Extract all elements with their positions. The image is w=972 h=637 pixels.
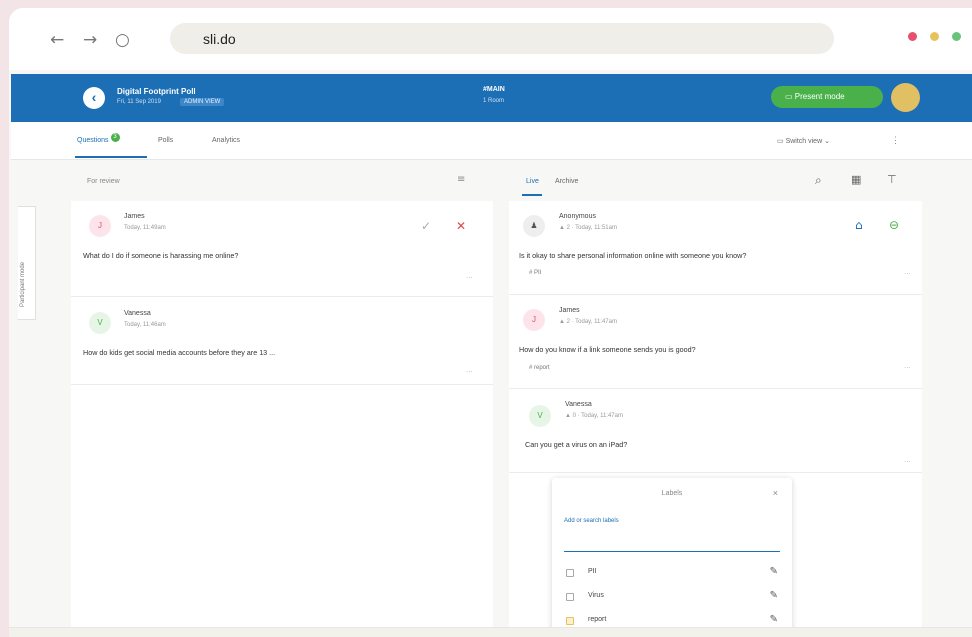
browser-window: ← → ○ sli.do ‹ Digital Footprint Poll Fr… (9, 8, 972, 637)
highlight-icon[interactable]: ⌂ (855, 218, 863, 232)
bottom-strip (9, 627, 972, 637)
dismiss-x-icon[interactable]: ✕ (456, 219, 466, 233)
browser-toolbar: ← → ○ sli.do (9, 8, 972, 70)
live-question-card[interactable]: ♟ Anonymous ▲ 2 · Today, 11:51am ⌂ ⊖ Is … (509, 201, 922, 295)
window-dot-yellow[interactable] (930, 32, 939, 41)
questions-count-badge: 3 (110, 133, 120, 142)
screen-icon: ▭ (785, 92, 795, 101)
present-mode-label: Present mode (794, 92, 845, 101)
question-text: Can you get a virus on an iPad? (525, 440, 628, 449)
label-checkbox[interactable] (566, 617, 574, 625)
question-meta: Today, 11:46am (124, 322, 166, 328)
app-header: ‹ Digital Footprint Poll Fri, 11 Sep 201… (11, 74, 972, 122)
label-checkbox[interactable] (566, 569, 574, 577)
close-icon[interactable]: × (773, 488, 778, 498)
back-arrow-icon[interactable]: ← (50, 30, 64, 50)
active-tab-indicator (75, 156, 147, 158)
question-author: Anonymous (559, 213, 596, 220)
switch-view-label: Switch view (785, 138, 823, 145)
question-text: Is it okay to share personal information… (519, 251, 747, 260)
participant-mode-tab[interactable]: Participant mode (18, 206, 36, 320)
question-label-tag[interactable]: # report (529, 365, 550, 371)
question-meta: ▲ 2 · Today, 11:47am (559, 319, 617, 325)
label-option[interactable]: PII ✎ (566, 566, 778, 584)
label-checkbox[interactable] (566, 593, 574, 601)
labels-popover: Labels × Add or search labels PII ✎ Viru… (552, 478, 792, 637)
review-question-list: J James Today, 11:49am ✓ ✕ What do I do … (71, 201, 493, 637)
label-name: PII (588, 568, 597, 575)
labels-popover-title: Labels (661, 490, 683, 497)
anonymous-avatar-icon: ♟ (523, 215, 545, 237)
more-dots-icon[interactable]: ... (466, 271, 473, 280)
mark-answered-icon[interactable]: ⊖ (889, 218, 899, 232)
event-code-sub: 1 Room (483, 98, 505, 104)
calendar-icon[interactable]: ▦ (851, 173, 861, 186)
review-question-card[interactable]: V Vanessa Today, 11:46am How do kids get… (71, 297, 493, 385)
avatar: V (529, 405, 551, 427)
window-dot-green[interactable] (952, 32, 961, 41)
avatar: J (523, 309, 545, 331)
label-option[interactable]: Virus ✎ (566, 590, 778, 608)
tab-questions-label: Questions (77, 137, 109, 144)
monitor-icon: ▭ (777, 138, 786, 145)
live-question-card[interactable]: V Vanessa ▲ 0 · Today, 11:47am Can you g… (509, 389, 922, 473)
question-meta: ▲ 0 · Today, 11:47am (565, 413, 623, 419)
question-text: How do you know if a link someone sends … (519, 345, 696, 354)
tab-archive[interactable]: Archive (555, 178, 578, 185)
window-dot-red[interactable] (908, 32, 917, 41)
more-dots-icon[interactable]: ... (904, 361, 911, 370)
edit-pencil-icon[interactable]: ✎ (770, 614, 778, 625)
forward-arrow-icon[interactable]: → (83, 30, 97, 50)
label-search-input[interactable]: Add or search labels (564, 518, 780, 552)
live-tab-indicator (522, 194, 542, 196)
question-text: What do I do if someone is harassing me … (83, 251, 239, 260)
question-text: How do kids get social media accounts be… (83, 348, 276, 357)
approve-check-icon[interactable]: ✓ (421, 219, 431, 233)
url-text: sli.do (203, 31, 236, 47)
filter-sliders-icon[interactable]: ≡ (457, 174, 465, 185)
participant-mode-label: Participant mode (20, 261, 26, 307)
event-back-button[interactable]: ‹ (83, 87, 105, 109)
tab-analytics[interactable]: Analytics (212, 137, 240, 144)
question-author: James (124, 213, 145, 220)
question-author: Vanessa (565, 401, 592, 408)
tab-questions[interactable]: Questions 3 (77, 133, 120, 146)
label-search-placeholder: Add or search labels (564, 518, 619, 524)
question-meta: ▲ 2 · Today, 11:51am (559, 225, 617, 231)
more-dots-icon[interactable]: ... (904, 267, 911, 276)
edit-pencil-icon[interactable]: ✎ (770, 590, 778, 601)
label-name: Virus (588, 592, 604, 599)
edit-pencil-icon[interactable]: ✎ (770, 566, 778, 577)
tabs-bar: Questions 3 Polls Analytics ▭ Switch view… (11, 122, 972, 160)
user-avatar[interactable] (891, 83, 920, 112)
event-title: Digital Footprint Poll (117, 87, 196, 96)
review-question-card[interactable]: J James Today, 11:49am ✓ ✕ What do I do … (71, 201, 493, 297)
label-name: report (588, 616, 607, 623)
tab-polls[interactable]: Polls (158, 137, 173, 144)
live-question-card[interactable]: J James ▲ 2 · Today, 11:47am How do you … (509, 295, 922, 389)
event-date: Fri, 11 Sep 2019 (117, 99, 161, 105)
present-mode-button[interactable]: ▭ Present mode (771, 86, 883, 108)
reload-icon[interactable]: ○ (115, 30, 130, 50)
more-dots-icon[interactable]: ... (466, 365, 473, 374)
tab-live[interactable]: Live (526, 178, 539, 185)
question-author: James (559, 307, 580, 314)
switch-view-dropdown[interactable]: ▭ Switch view ⌄ (777, 137, 830, 145)
question-label-tag[interactable]: # PII (529, 270, 541, 276)
for-review-header: For review (87, 178, 120, 185)
filter-icon[interactable]: ⊤ (887, 173, 897, 186)
more-options-icon[interactable]: ⋮ (891, 135, 900, 146)
avatar: J (89, 215, 111, 237)
question-meta: Today, 11:49am (124, 225, 166, 231)
avatar: V (89, 312, 111, 334)
question-author: Vanessa (124, 310, 151, 317)
event-badge: ADMIN VIEW (180, 98, 225, 106)
event-code: #MAIN (483, 86, 505, 93)
more-dots-icon[interactable]: ... (904, 455, 911, 464)
chevron-down-icon: ⌄ (824, 138, 830, 145)
address-bar[interactable]: sli.do (170, 23, 834, 54)
search-icon[interactable]: ⌕ (815, 173, 822, 188)
